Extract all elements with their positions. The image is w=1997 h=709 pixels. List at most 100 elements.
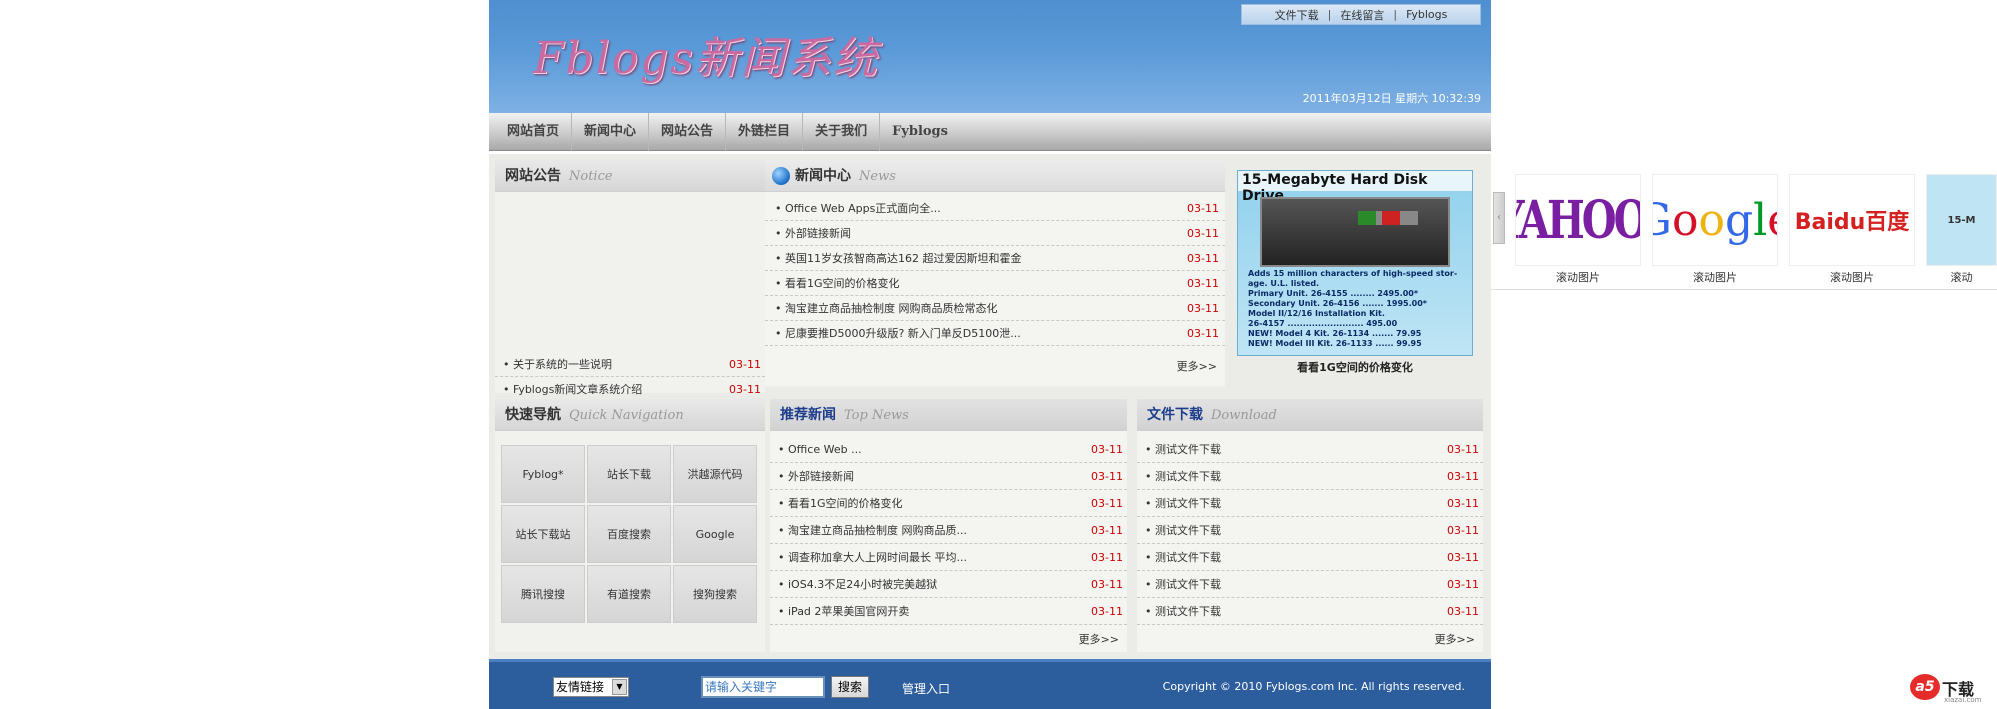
list-item-title[interactable]: Office Web ... <box>778 443 862 456</box>
quicknav-link[interactable]: 站长下载 <box>587 445 671 503</box>
list-item-title[interactable]: 淘宝建立商品抽检制度 网购商品质... <box>778 522 967 538</box>
list-item-title[interactable]: 淘宝建立商品抽检制度 网购商品质检常态化 <box>775 300 998 316</box>
list-item-date: 03-11 <box>1187 226 1219 240</box>
scroll-image-yahoo[interactable]: YAHOO! <box>1515 174 1641 266</box>
list-item-title[interactable]: 测试文件下载 <box>1145 549 1221 565</box>
list-item-title[interactable]: 测试文件下载 <box>1145 468 1221 484</box>
list-item[interactable]: 外部链接新闻 03-11 <box>770 463 1127 490</box>
list-item-title[interactable]: iOS4.3不足24小时被完美越狱 <box>778 576 937 592</box>
list-item-title[interactable]: 英国11岁女孩智商高达162 超过爱因斯坦和霍金 <box>775 250 1022 266</box>
list-item-date: 03-11 <box>1091 550 1123 564</box>
list-item-date: 03-11 <box>1447 604 1479 618</box>
list-item-date: 03-11 <box>1187 201 1219 215</box>
list-item[interactable]: Office Web ... 03-11 <box>770 436 1127 463</box>
list-item-title[interactable]: 测试文件下载 <box>1145 522 1221 538</box>
quicknav-link[interactable]: 有道搜索 <box>587 565 671 623</box>
chevron-down-icon[interactable]: ▼ <box>612 679 627 695</box>
list-item-title[interactable]: 测试文件下载 <box>1145 441 1221 457</box>
quicknav-grid: Fyblog* 站长下载 洪越源代码 站长下载站 百度搜索 Google 腾讯搜… <box>501 445 757 623</box>
nav-news-center[interactable]: 新闻中心 <box>572 113 650 151</box>
quicknav-title-en: Quick Navigation <box>569 408 684 423</box>
list-item-title[interactable]: 测试文件下载 <box>1145 495 1221 511</box>
list-item[interactable]: 测试文件下载 03-11 <box>1137 463 1483 490</box>
nav-external-links[interactable]: 外链栏目 <box>726 113 804 151</box>
quicknav-link[interactable]: 站长下载站 <box>501 505 585 563</box>
scroll-image-harddisk[interactable]: 15-M <box>1926 174 1997 266</box>
list-item-title[interactable]: 看看1G空间的价格变化 <box>775 275 900 291</box>
scroll-image-google[interactable]: Google <box>1652 174 1778 266</box>
list-item[interactable]: 测试文件下载 03-11 <box>1137 436 1483 463</box>
topnews-more-link[interactable]: 更多>> <box>770 631 1127 647</box>
nav-fyblogs[interactable]: Fyblogs <box>880 113 960 151</box>
list-item[interactable]: 关于系统的一些说明 03-11 <box>495 352 765 377</box>
toplink-download[interactable]: 文件下载 <box>1266 7 1328 23</box>
list-item-title[interactable]: 测试文件下载 <box>1145 576 1221 592</box>
news-feature-image[interactable]: 15-Megabyte Hard Disk Drive Adds 15 mill… <box>1237 170 1473 356</box>
list-item-date: 03-11 <box>1091 496 1123 510</box>
list-item-title[interactable]: 关于系统的一些说明 <box>503 356 612 372</box>
list-item[interactable]: iOS4.3不足24小时被完美越狱 03-11 <box>770 571 1127 598</box>
top-links: 文件下载 | 在线留言 | Fyblogs <box>1241 4 1481 25</box>
list-item[interactable]: 淘宝建立商品抽检制度 网购商品质... 03-11 <box>770 517 1127 544</box>
nav-notice[interactable]: 网站公告 <box>649 113 727 151</box>
list-item[interactable]: 看看1G空间的价格变化 03-11 <box>765 271 1225 296</box>
list-item-title[interactable]: Office Web Apps正式面向全... <box>775 200 941 216</box>
quicknav-link[interactable]: 洪越源代码 <box>673 445 757 503</box>
list-item[interactable]: 测试文件下载 03-11 <box>1137 490 1483 517</box>
friend-links-select[interactable]: 友情链接 ▼ <box>553 677 629 697</box>
hard-disk-image <box>1260 197 1450 267</box>
scroll-caption[interactable]: 滚动 <box>1926 269 1997 285</box>
header-datetime: 2011年03月12日 星期六 10:32:39 <box>1302 92 1481 105</box>
list-item-title[interactable]: 测试文件下载 <box>1145 603 1221 619</box>
scroll-caption[interactable]: 滚动图片 <box>1652 269 1778 285</box>
topnews-title: 推荐新闻 Top News <box>770 399 1127 431</box>
list-item-title[interactable]: 外部链接新闻 <box>775 225 851 241</box>
yahoo-logo: YAHOO! <box>1516 189 1640 251</box>
quicknav-link[interactable]: 搜狗搜索 <box>673 565 757 623</box>
list-item[interactable]: 淘宝建立商品抽检制度 网购商品质检常态化 03-11 <box>765 296 1225 321</box>
search-input[interactable]: 请输入关键字 <box>701 676 825 698</box>
admin-link[interactable]: 管理入口 <box>902 680 950 697</box>
quicknav-link[interactable]: Fyblog* <box>501 445 585 503</box>
download-more-link[interactable]: 更多>> <box>1137 631 1483 647</box>
list-item[interactable]: 测试文件下载 03-11 <box>1137 571 1483 598</box>
list-item-title[interactable]: 尼康要推D5000升级版? 新入门单反D5100泄... <box>775 325 1021 341</box>
watermark-logo: a5 下载 xiazai.com <box>1908 672 1994 706</box>
list-item-date: 03-11 <box>1447 577 1479 591</box>
ad-line: age. U.L. listed. <box>1248 279 1320 288</box>
scroll-image-baidu[interactable]: Baidu百度 <box>1789 174 1915 266</box>
list-item[interactable]: 尼康要推D5000升级版? 新入门单反D5100泄... 03-11 <box>765 321 1225 346</box>
nav-about[interactable]: 关于我们 <box>803 113 881 151</box>
quicknav-link[interactable]: 腾讯搜搜 <box>501 565 585 623</box>
list-item[interactable]: iPad 2苹果美国官网开卖 03-11 <box>770 598 1127 625</box>
scroll-caption[interactable]: 滚动图片 <box>1789 269 1915 285</box>
news-more-link[interactable]: 更多>> <box>1177 358 1225 374</box>
list-item[interactable]: 测试文件下载 03-11 <box>1137 544 1483 571</box>
quicknav-link[interactable]: Google <box>673 505 757 563</box>
list-item[interactable]: 英国11岁女孩智商高达162 超过爱因斯坦和霍金 03-11 <box>765 246 1225 271</box>
feature-caption[interactable]: 看看1G空间的价格变化 <box>1237 359 1473 375</box>
list-item-title[interactable]: 调查称加拿大人上网时间最长 平均... <box>778 549 967 565</box>
nav-home[interactable]: 网站首页 <box>495 113 573 151</box>
scroll-left-icon[interactable]: ‹ <box>1493 192 1505 244</box>
list-item[interactable]: 看看1G空间的价格变化 03-11 <box>770 490 1127 517</box>
copyright: Copyright © 2010 Fyblogs.com Inc. All ri… <box>1162 680 1465 693</box>
search-button[interactable]: 搜索 <box>831 676 869 698</box>
scroll-caption[interactable]: 滚动图片 <box>1515 269 1641 285</box>
list-item[interactable]: 调查称加拿大人上网时间最长 平均... 03-11 <box>770 544 1127 571</box>
list-item-title[interactable]: Fyblogs新闻文章系统介绍 <box>503 381 642 397</box>
list-item[interactable]: Office Web Apps正式面向全... 03-11 <box>765 196 1225 221</box>
list-item[interactable]: 测试文件下载 03-11 <box>1137 598 1483 625</box>
list-item[interactable]: 外部链接新闻 03-11 <box>765 221 1225 246</box>
list-item-title[interactable]: 外部链接新闻 <box>778 468 854 484</box>
ad-line: NEW! Model 4 Kit. 26-1134 ....... 79.95 <box>1248 329 1422 338</box>
list-item-title[interactable]: iPad 2苹果美国官网开卖 <box>778 603 909 619</box>
list-item[interactable]: 测试文件下载 03-11 <box>1137 517 1483 544</box>
toplink-fyblogs[interactable]: Fyblogs <box>1397 8 1456 21</box>
toplink-guestbook[interactable]: 在线留言 <box>1331 7 1393 23</box>
list-item-title[interactable]: 看看1G空间的价格变化 <box>778 495 903 511</box>
quicknav-link[interactable]: 百度搜索 <box>587 505 671 563</box>
list-item-date: 03-11 <box>1187 326 1219 340</box>
list-item-date: 03-11 <box>1091 469 1123 483</box>
site-logo[interactable]: Fblogs新闻系统 <box>533 22 879 86</box>
